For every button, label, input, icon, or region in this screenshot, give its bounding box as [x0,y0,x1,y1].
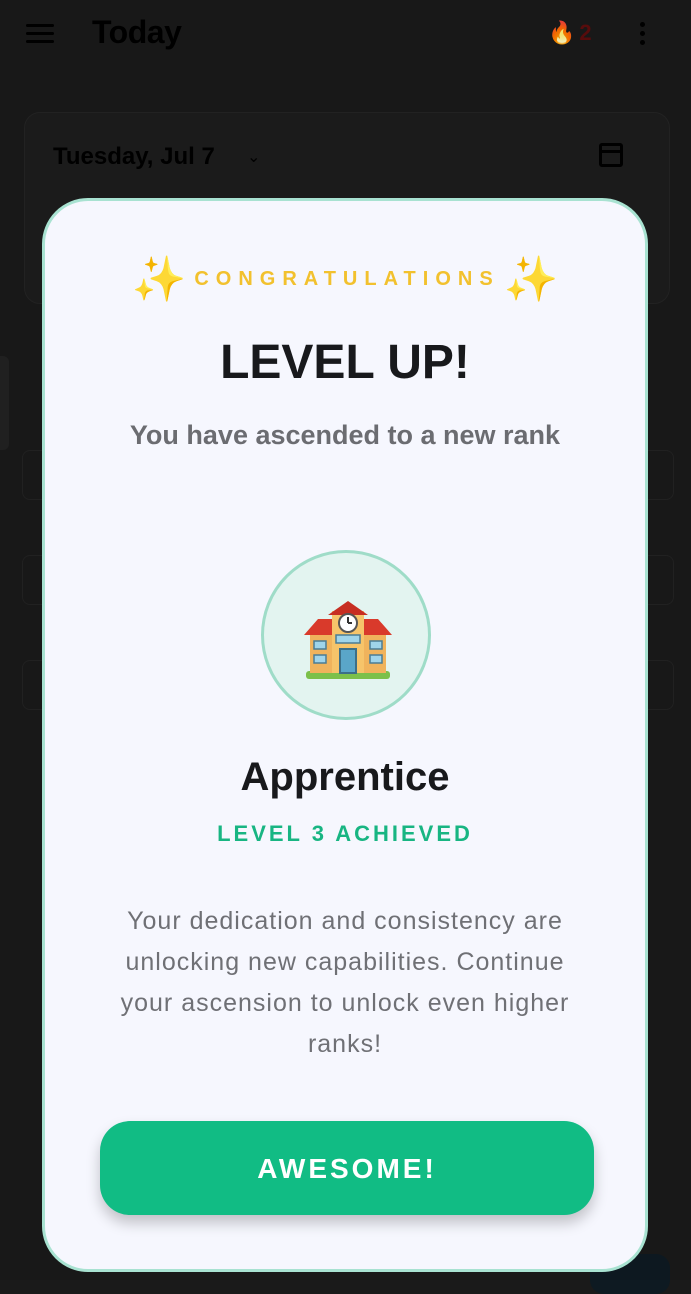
dialog-subtitle: You have ascended to a new rank [129,420,561,450]
rank-badge [261,550,431,720]
sparkles-icon: ✨ [503,255,559,304]
congratulations-label: CONGRATULATIONS [194,267,500,290]
congratulations-banner: ✨ CONGRATULATIONS✨ [45,253,645,305]
dialog-title: LEVEL UP! [220,336,470,389]
rank-description: Your dedication and consistency are unlo… [120,907,570,1058]
rank-level-label: LEVEL 3 ACHIEVED [217,821,473,846]
level-up-dialog: ✨ CONGRATULATIONS✨ LEVEL UP! You have asc… [42,198,648,1272]
sparkles-icon: ✨ [131,255,187,304]
awesome-button[interactable]: AWESOME! [100,1121,594,1215]
rank-name: Apprentice [240,755,450,799]
school-building-icon [304,601,392,679]
